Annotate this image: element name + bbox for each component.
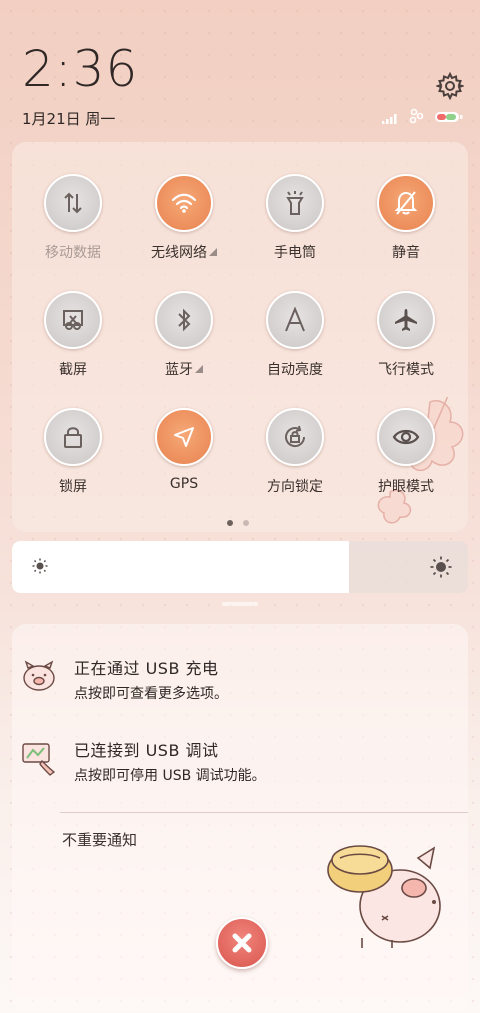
signal-icon	[382, 109, 400, 128]
minor-notifications-header[interactable]: 不重要通知	[62, 829, 137, 850]
tile-eye-care[interactable]: 护眼模式	[351, 408, 461, 496]
tile-label: 静音	[392, 245, 420, 261]
expand-triangle-icon	[209, 248, 217, 256]
notification-title: 正在通过 USB 充电	[74, 659, 219, 678]
mobile-data-button[interactable]	[44, 174, 102, 232]
bell-off-icon	[394, 191, 418, 215]
wifi-button[interactable]	[155, 174, 213, 232]
eye-care-button[interactable]	[377, 408, 435, 466]
clock-date: 1月21日 周一	[22, 110, 116, 128]
pig-mascot-illustration	[322, 828, 452, 957]
tile-flashlight[interactable]: 手电筒	[240, 174, 350, 262]
bluetooth-button[interactable]	[155, 291, 213, 349]
tile-label: 移动数据	[45, 245, 101, 261]
page-indicator[interactable]	[227, 520, 249, 526]
silent-button[interactable]	[377, 174, 435, 232]
page-dot-active[interactable]	[227, 520, 233, 526]
brightness-slider[interactable]	[12, 541, 468, 593]
notification-usb-debugging[interactable]: 已连接到 USB 调试 点按即可停用 USB 调试功能。	[20, 737, 450, 787]
usb-debug-icon	[20, 739, 58, 777]
close-icon	[232, 933, 252, 953]
brightness-slider-fill[interactable]	[12, 541, 350, 593]
tile-label: 无线网络	[129, 242, 239, 262]
tile-label: 截屏	[59, 362, 87, 378]
brightness-low-icon	[32, 558, 48, 578]
drag-handle[interactable]	[222, 602, 258, 606]
tile-label: 自动亮度	[267, 362, 323, 378]
tile-mobile-data[interactable]: 移动数据	[18, 174, 128, 262]
notification-title: 已连接到 USB 调试	[74, 741, 219, 760]
expand-triangle-icon	[195, 365, 203, 373]
wifi-icon	[171, 193, 197, 213]
page-dot[interactable]	[243, 520, 249, 526]
rotation-lock-button[interactable]	[266, 408, 324, 466]
tile-lock-screen[interactable]: 锁屏	[18, 408, 128, 496]
settings-gear-icon[interactable]	[434, 71, 466, 101]
tile-label: 方向锁定	[267, 479, 323, 495]
location-arrow-icon	[174, 427, 194, 447]
tile-label: 锁屏	[59, 479, 87, 495]
tile-label-text: 蓝牙	[165, 362, 193, 378]
tile-label: 蓝牙	[129, 359, 239, 379]
clock-time: 2:36	[22, 40, 139, 98]
status-icons	[382, 108, 464, 128]
lock-screen-button[interactable]	[44, 408, 102, 466]
screenshot-button[interactable]	[44, 291, 102, 349]
tile-silent[interactable]: 静音	[351, 174, 461, 262]
airplane-icon	[395, 309, 417, 331]
tile-label-text: 无线网络	[151, 245, 207, 261]
flashlight-button[interactable]	[266, 174, 324, 232]
gps-button[interactable]	[155, 408, 213, 466]
rotation-lock-icon	[285, 425, 306, 448]
tile-rotation-lock[interactable]: 方向锁定	[240, 408, 350, 496]
notification-subtitle: 点按即可停用 USB 调试功能。	[74, 768, 266, 784]
notification-usb-charging[interactable]: 正在通过 USB 充电 点按即可查看更多选项。	[20, 655, 450, 705]
notification-subtitle: 点按即可查看更多选项。	[74, 686, 228, 702]
tile-label: 手电筒	[274, 245, 316, 261]
tile-label: GPS	[169, 476, 199, 492]
data-transfer-icon	[64, 192, 82, 214]
eye-icon	[392, 429, 420, 445]
tile-bluetooth[interactable]: 蓝牙	[129, 291, 239, 379]
flashlight-icon	[286, 191, 304, 215]
tile-label: 护眼模式	[378, 479, 434, 495]
tile-auto-brightness[interactable]: 自动亮度	[240, 291, 350, 379]
lock-icon	[64, 427, 82, 448]
notification-divider	[60, 812, 468, 813]
brightness-high-icon	[430, 556, 452, 582]
bluetooth-icon	[178, 308, 191, 332]
pig-charging-icon	[20, 657, 58, 695]
battery-icon	[434, 109, 464, 128]
screenshot-icon	[63, 310, 83, 330]
auto-brightness-icon	[285, 307, 305, 332]
tile-gps[interactable]: GPS	[129, 408, 239, 492]
airplane-mode-button[interactable]	[377, 291, 435, 349]
tile-screenshot[interactable]: 截屏	[18, 291, 128, 379]
quick-settings-panel: 移动数据 无线网络 手电筒 静音 截屏 蓝牙 自动亮度 飞行模式 锁屏 GPS …	[12, 142, 468, 532]
tile-airplane-mode[interactable]: 飞行模式	[351, 291, 461, 379]
tile-label: 飞行模式	[378, 362, 434, 378]
tile-wifi[interactable]: 无线网络	[129, 174, 239, 262]
clear-all-button[interactable]	[216, 917, 268, 969]
auto-brightness-button[interactable]	[266, 291, 324, 349]
wifi-status-icon	[408, 108, 426, 128]
